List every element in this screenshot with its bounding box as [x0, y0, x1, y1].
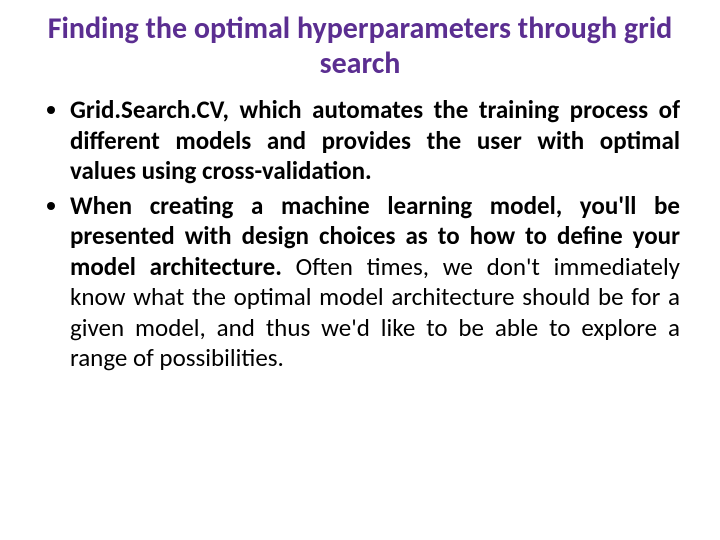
slide: Finding the optimal hyperparameters thro…: [0, 0, 720, 540]
list-item: When creating a machine learning model, …: [70, 191, 680, 374]
bullet-list: Grid.Search.CV, which automates the trai…: [40, 95, 680, 374]
list-item: Grid.Search.CV, which automates the trai…: [70, 95, 680, 187]
bullet-bold: Grid.Search.CV, which automates the trai…: [70, 94, 680, 186]
slide-title: Finding the optimal hyperparameters thro…: [40, 12, 680, 81]
